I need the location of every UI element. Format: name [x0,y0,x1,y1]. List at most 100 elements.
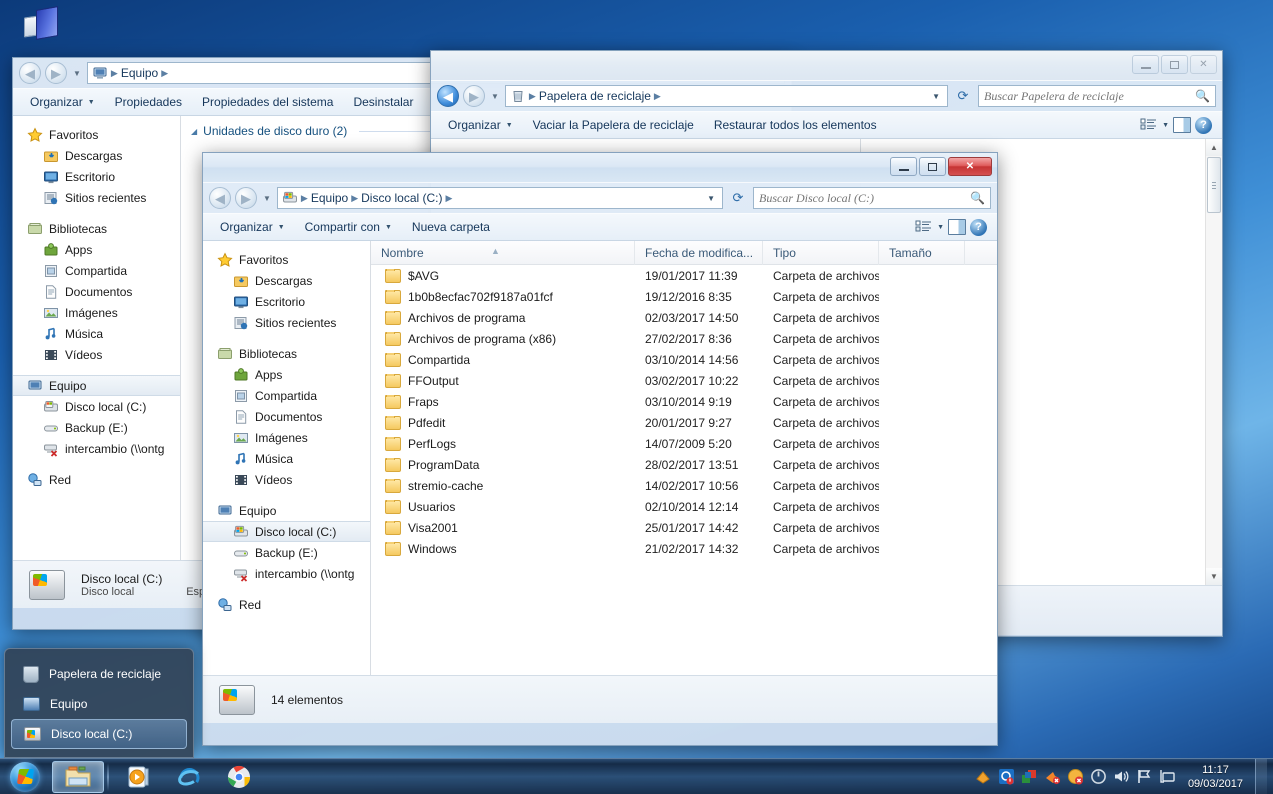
address-dropdown-icon[interactable]: ▼ [704,194,718,203]
scroll-down-arrow[interactable]: ▼ [1206,568,1222,585]
show-desktop-button[interactable] [1255,758,1267,794]
table-row[interactable]: Visa2001 25/01/2017 14:42 Carpeta de archi… [371,517,997,538]
restaurar-todos-button[interactable]: Restaurar todos los elementos [705,115,886,135]
maximize-button-papelera[interactable] [1161,55,1188,74]
preview-pane-icon[interactable] [1173,117,1191,133]
flag-action-center-icon[interactable] [1136,768,1153,785]
organizar-menu-papelera[interactable]: Organizar ▼ [439,115,522,135]
window-disco-local-c[interactable]: ✕ ◀ ▶ ▼ ▶ Equipo ▶ Disco local (C:) ▶ ▼ … [202,152,998,746]
taskbar[interactable]: 11:17 09/03/2017 [0,758,1273,794]
taskbar-button-explorer[interactable] [52,760,104,793]
propiedades-sistema-button[interactable]: Propiedades del sistema [193,92,342,112]
sidebar-item-sitios-recientes[interactable]: Sitios recientes [13,187,180,208]
sidebar-item-red[interactable]: Red [13,469,180,490]
start-button[interactable] [2,760,48,794]
table-row[interactable]: 1b0b8ecfac702f9187a01fcf 19/12/2016 8:35 C… [371,286,997,307]
table-row[interactable]: stremio-cache 14/02/2017 10:56 Carpeta de … [371,475,997,496]
taskbar-clock[interactable]: 11:17 09/03/2017 [1182,763,1249,791]
column-header-tipo[interactable]: Tipo [763,241,879,265]
taskbar-jumplist[interactable]: Papelera de reciclaje Equipo Disco local… [4,648,194,758]
titlebar-papelera[interactable]: ✕ [431,51,1222,81]
system-tray[interactable]: 11:17 09/03/2017 [975,758,1273,794]
breadcrumb-equipo[interactable]: Equipo [311,191,348,205]
sidebar-item-musica[interactable]: Música [13,323,180,344]
column-header-nombre[interactable]: ▲ Nombre [371,241,635,265]
recent-pages-caret-icon[interactable]: ▼ [263,194,271,203]
sidebar-item-sitios-recientes[interactable]: Sitios recientes [203,312,370,333]
recent-pages-caret-icon[interactable]: ▼ [73,69,81,78]
sidebar-item-escritorio[interactable]: Escritorio [13,166,180,187]
sidebar-item-favoritos[interactable]: Favoritos [13,124,180,145]
sidebar-item-red[interactable]: Red [203,594,370,615]
warning-icon[interactable] [1067,768,1084,785]
taskbar-button-media-player[interactable] [116,761,162,793]
organizar-menu-equipo[interactable]: Organizar ▼ [21,92,104,112]
table-row[interactable]: Usuarios 02/10/2014 12:14 Carpeta de archi… [371,496,997,517]
volume-icon[interactable] [1113,768,1130,785]
sidebar-item-compartida[interactable]: Compartida [13,260,180,281]
vaciar-papelera-button[interactable]: Vaciar la Papelera de reciclaje [524,115,703,135]
sidebar-item-bibliotecas[interactable]: Bibliotecas [203,343,370,364]
network-monitor-icon[interactable] [1159,768,1176,785]
table-row[interactable]: Pdfedit 20/01/2017 9:27 Carpeta de archivo… [371,412,997,433]
search-box-disco[interactable]: 🔍 [753,187,991,209]
sidebar-item-intercambio[interactable]: intercambio (\\ontg [203,563,370,584]
address-dropdown-icon[interactable]: ▼ [929,92,943,101]
sidebar-item-videos[interactable]: Vídeos [203,469,370,490]
minimize-button-papelera[interactable] [1132,55,1159,74]
refresh-button-papelera[interactable]: ⟳ [952,85,974,107]
power-icon[interactable] [1090,768,1107,785]
sidebar-item-equipo[interactable]: Equipo [203,500,370,521]
jumplist-item-disco-local-c[interactable]: Disco local (C:) [11,719,187,749]
breadcrumb-equipo[interactable]: Equipo [121,66,158,80]
help-icon[interactable]: ? [1195,116,1212,134]
sidebar-item-backup-e[interactable]: Backup (E:) [203,542,370,563]
table-row[interactable]: FFOutput 03/02/2017 10:22 Carpeta de archi… [371,370,997,391]
sidebar-item-documentos[interactable]: Documentos [13,281,180,302]
sidebar-item-descargas[interactable]: Descargas [203,270,370,291]
desinstalar-button[interactable]: Desinstalar [344,92,422,112]
refresh-button-disco[interactable]: ⟳ [727,187,749,209]
close-button-papelera[interactable]: ✕ [1190,55,1217,74]
column-header-fecha[interactable]: Fecha de modifica... [635,241,763,265]
chevron-down-icon[interactable]: ▼ [1162,122,1169,129]
antivirus-icon[interactable] [1021,768,1038,785]
sidebar-item-documentos[interactable]: Documentos [203,406,370,427]
table-row[interactable]: ProgramData 28/02/2017 13:51 Carpeta de ar… [371,454,997,475]
sidebar-item-musica[interactable]: Música [203,448,370,469]
scrollbar-thumb[interactable] [1207,157,1221,213]
scroll-up-arrow[interactable]: ▲ [1206,139,1222,156]
chevron-down-icon[interactable]: ▼ [937,224,944,231]
file-list-pane-disco[interactable]: ▲ Nombre Fecha de modifica... Tipo Tamañ… [371,241,997,675]
vertical-scrollbar-papelera[interactable]: ▲ ▼ [1205,139,1222,585]
sidebar-item-disco-local-c[interactable]: Disco local (C:) [203,521,370,542]
back-button-equipo[interactable]: ◀ [19,62,41,84]
back-button-disco[interactable]: ◀ [209,187,231,209]
table-row[interactable]: Fraps 03/10/2014 9:19 Carpeta de archivos [371,391,997,412]
search-box-papelera[interactable]: 🔍 [978,85,1216,107]
sync-error-icon[interactable] [1044,768,1061,785]
sidebar-item-backup-e[interactable]: Backup (E:) [13,417,180,438]
sidebar-item-bibliotecas[interactable]: Bibliotecas [13,218,180,239]
sidebar-item-apps[interactable]: Apps [13,239,180,260]
preview-pane-icon[interactable] [948,219,966,235]
change-view-icon[interactable] [1140,117,1158,133]
forward-button-equipo[interactable]: ▶ [45,62,67,84]
change-view-icon[interactable] [915,219,933,235]
table-row[interactable]: PerfLogs 14/07/2009 5:20 Carpeta de archiv… [371,433,997,454]
taskbar-button-internet-explorer[interactable] [166,761,212,793]
forward-button-papelera[interactable]: ▶ [463,85,485,107]
table-row[interactable]: Archivos de programa (x86) 27/02/2017 8:3… [371,328,997,349]
jumplist-item-papelera[interactable]: Papelera de reciclaje [11,659,187,689]
sidebar-item-disco-local-c[interactable]: Disco local (C:) [13,396,180,417]
compartir-con-menu[interactable]: Compartir con ▼ [296,217,401,237]
minimize-button-disco[interactable] [890,157,917,176]
taskbar-button-chrome[interactable] [216,761,262,793]
sidebar-item-equipo[interactable]: Equipo [13,375,180,396]
sidebar-item-videos[interactable]: Vídeos [13,344,180,365]
help-icon[interactable]: ? [970,218,987,236]
back-button-papelera[interactable]: ◀ [437,85,459,107]
breadcrumb-disco-local[interactable]: Disco local (C:) [361,191,442,205]
organizar-menu-disco[interactable]: Organizar ▼ [211,217,294,237]
table-row[interactable]: $AVG 19/01/2017 11:39 Carpeta de archivos [371,265,997,286]
